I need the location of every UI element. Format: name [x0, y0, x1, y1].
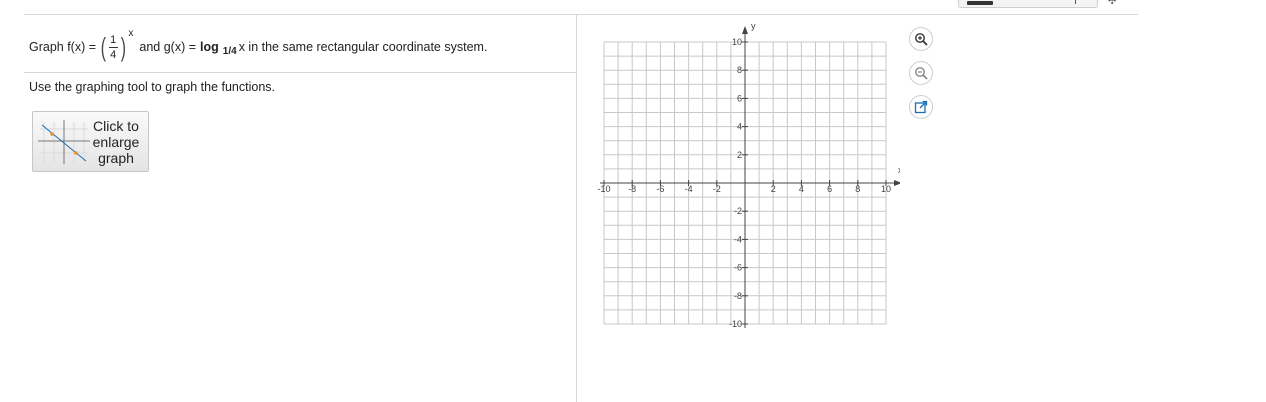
- zoom-out-button[interactable]: [909, 61, 933, 85]
- left-paren: (: [100, 32, 106, 62]
- y-tick-label: -6: [734, 263, 742, 273]
- enlarge-graph-button[interactable]: Click to enlarge graph: [32, 111, 149, 172]
- x-tick-label: 4: [799, 184, 804, 194]
- fraction-denominator: 4: [110, 48, 117, 61]
- right-paren: ): [120, 32, 126, 62]
- graph-thumbnail-icon: [38, 120, 90, 164]
- external-link-icon: [914, 100, 928, 114]
- axes: xy: [600, 24, 900, 328]
- panel-divider: [576, 15, 577, 402]
- zoom-out-icon: [915, 67, 928, 80]
- zoom-in-button[interactable]: [909, 27, 933, 51]
- top-divider: [24, 14, 1138, 15]
- coordinate-grid[interactable]: xy -10-8-6-4-2246810108642-2-4-6-8-10: [590, 24, 900, 336]
- top-toolbar[interactable]: [958, 0, 1098, 8]
- problem-statement: Graph f(x) = ( 1 4 ) x and g(x) = log 1/…: [29, 28, 487, 66]
- y-axis-label: y: [751, 24, 756, 31]
- y-tick-label: -4: [734, 234, 742, 244]
- x-axis-label: x: [898, 165, 900, 175]
- y-tick-label: 2: [737, 150, 742, 160]
- x-tick-label: -10: [597, 184, 610, 194]
- log-base: 1/4: [222, 45, 237, 57]
- y-tick-label: 8: [737, 65, 742, 75]
- zoom-in-icon: [915, 33, 928, 46]
- pop-out-button[interactable]: [909, 95, 933, 119]
- y-tick-label: -10: [729, 319, 742, 329]
- y-tick-label: 6: [737, 93, 742, 103]
- toolbar-handle: [967, 1, 993, 5]
- question-divider: [24, 72, 576, 73]
- x-tick-label: 2: [771, 184, 776, 194]
- x-tick-label: -6: [656, 184, 664, 194]
- fraction-bar: [108, 46, 118, 48]
- y-tick-label: -2: [734, 206, 742, 216]
- problem-middle: and g(x) =: [139, 40, 197, 54]
- log-word: log: [200, 40, 219, 54]
- x-tick-label: 10: [881, 184, 891, 194]
- fraction: 1 4: [108, 33, 118, 61]
- problem-prefix: Graph f(x) =: [29, 40, 97, 54]
- problem-suffix: x in the same rectangular coordinate sys…: [238, 40, 488, 54]
- x-tick-label: 6: [827, 184, 832, 194]
- fraction-numerator: 1: [110, 33, 117, 46]
- x-tick-label: 8: [855, 184, 860, 194]
- y-tick-label: 10: [732, 37, 742, 47]
- y-tick-label: 4: [737, 122, 742, 132]
- x-tick-label: -4: [685, 184, 693, 194]
- x-tick-label: -2: [713, 184, 721, 194]
- enlarge-graph-label: Click to enlarge graph: [92, 118, 140, 166]
- x-axis-arrow: [894, 180, 900, 186]
- settings-icon[interactable]: ✣: [1108, 0, 1116, 7]
- exponent: x: [128, 27, 134, 39]
- x-tick-label: -8: [628, 184, 636, 194]
- y-axis-arrow: [742, 26, 748, 34]
- instruction-text: Use the graphing tool to graph the funct…: [29, 80, 275, 94]
- y-tick-label: -8: [734, 291, 742, 301]
- toolbar-separator: [1075, 0, 1076, 4]
